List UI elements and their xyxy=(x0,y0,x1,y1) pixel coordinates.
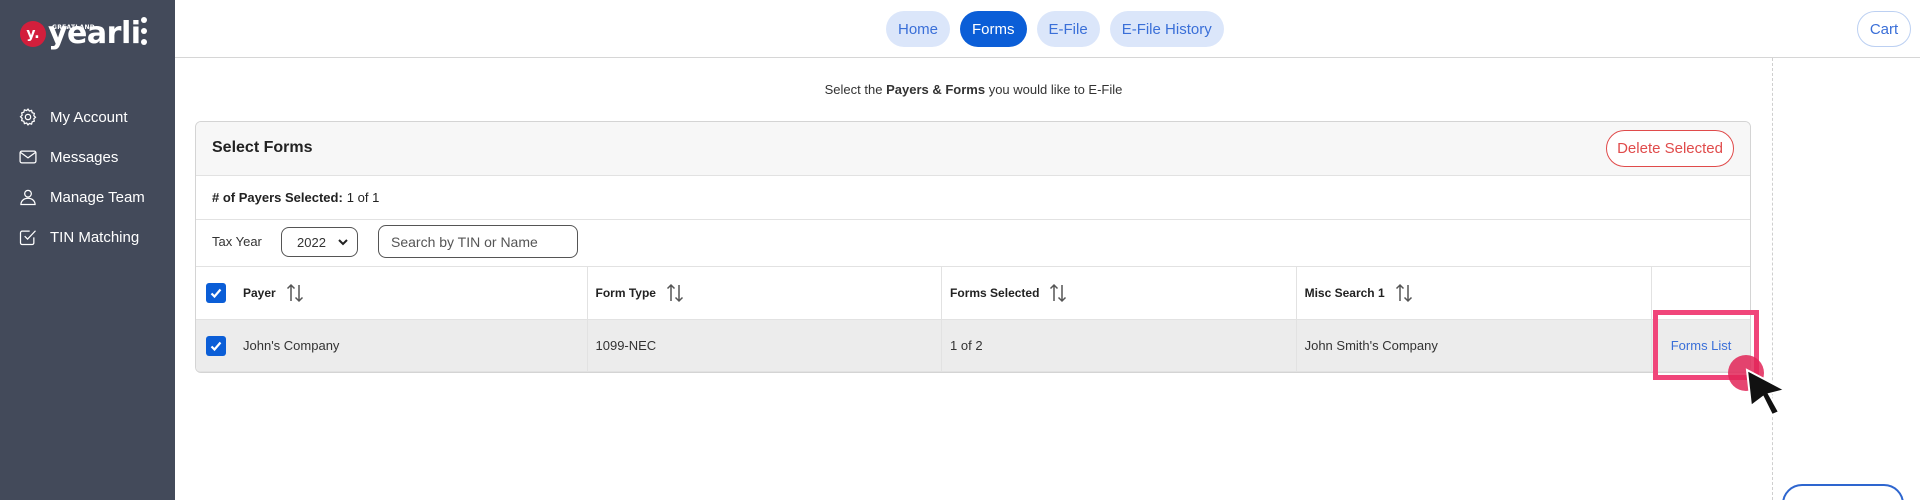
sidebar: y. GREATLAND yearli My Account Messages xyxy=(0,0,175,500)
column-label: Forms Selected xyxy=(950,286,1040,300)
checkmark-icon xyxy=(210,288,222,299)
payer-name: John's Company xyxy=(243,338,340,353)
select-forms-panel: Select Forms Delete Selected # of Payers… xyxy=(195,121,1751,373)
yearli-logo[interactable]: y. GREATLAND yearli xyxy=(20,14,141,54)
row-checkbox[interactable] xyxy=(206,335,226,356)
tab-forms[interactable]: Forms xyxy=(960,11,1027,47)
sort-icon[interactable] xyxy=(286,283,304,303)
column-label: Form Type xyxy=(595,286,656,300)
cell-actions: Forms List xyxy=(1652,320,1750,371)
forms-list-link[interactable]: Forms List xyxy=(1671,338,1732,353)
envelope-icon xyxy=(19,150,37,164)
top-nav: Home Forms E-File E-File History Cart xyxy=(175,0,1920,58)
user-icon xyxy=(20,189,36,206)
cell-form-type: 1099-NEC xyxy=(588,320,943,371)
column-form-type: Form Type xyxy=(588,267,943,319)
cell-misc-search-1: John Smith's Company xyxy=(1297,320,1653,371)
column-label: Payer xyxy=(243,286,276,300)
gear-icon xyxy=(19,108,37,126)
sort-icon[interactable] xyxy=(1395,283,1413,303)
bottom-action-button[interactable] xyxy=(1782,484,1904,500)
sidebar-item-label: Messages xyxy=(50,148,119,166)
sort-icon[interactable] xyxy=(666,283,684,303)
right-panel-divider xyxy=(1772,58,1773,500)
tax-year-value: 2022 xyxy=(297,234,326,250)
table-row[interactable]: John's Company 1099-NEC 1 of 2 John Smit… xyxy=(196,320,1750,372)
column-payer: Payer xyxy=(196,267,588,319)
sort-icon[interactable] xyxy=(1049,283,1067,303)
sidebar-item-tin-matching[interactable]: TIN Matching xyxy=(18,217,145,257)
cell-payer: John's Company xyxy=(196,320,588,371)
mouse-cursor-icon xyxy=(1745,368,1787,416)
table-header: Payer Form Type Forms Selected Misc Sear… xyxy=(196,267,1750,320)
sidebar-item-label: My Account xyxy=(50,108,128,126)
logo-badge-icon: y. xyxy=(20,21,46,47)
delete-selected-button[interactable]: Delete Selected xyxy=(1606,130,1734,167)
cart-button[interactable]: Cart xyxy=(1857,11,1911,47)
tab-e-file-history[interactable]: E-File History xyxy=(1109,11,1224,47)
tax-year-select[interactable]: 2022 xyxy=(281,227,358,257)
sidebar-item-label: Manage Team xyxy=(50,188,145,206)
select-all-checkbox[interactable] xyxy=(206,283,226,303)
checkbox-icon xyxy=(19,230,36,246)
sidebar-item-manage-team[interactable]: Manage Team xyxy=(18,177,145,217)
tax-year-label: Tax Year xyxy=(212,234,262,249)
sidebar-nav: My Account Messages Manage Team TIN Matc… xyxy=(18,97,145,257)
payers-selected-label: # of Payers Selected: xyxy=(212,190,343,205)
column-label: Misc Search 1 xyxy=(1304,286,1385,300)
filter-row: Tax Year 2022 xyxy=(196,220,1750,267)
payers-selected-value: 1 of 1 xyxy=(346,190,380,205)
checkmark-icon xyxy=(210,341,222,351)
instruction-text: Select the Payers & Forms you would like… xyxy=(824,82,1123,97)
column-forms-selected: Forms Selected xyxy=(942,267,1297,319)
nav-tabs: Home Forms E-File E-File History xyxy=(886,11,1224,47)
tab-home[interactable]: Home xyxy=(886,11,951,47)
cell-forms-selected: 1 of 2 xyxy=(942,320,1297,371)
tab-e-file[interactable]: E-File xyxy=(1036,11,1100,47)
logo-tagline: GREATLAND xyxy=(52,24,96,31)
payers-selected-row: # of Payers Selected: 1 of 1 xyxy=(196,176,1750,220)
chevron-down-icon xyxy=(338,239,348,246)
search-input[interactable] xyxy=(378,225,578,258)
panel-title: Select Forms xyxy=(212,139,313,156)
column-misc-search-1: Misc Search 1 xyxy=(1297,267,1653,319)
column-actions xyxy=(1652,267,1750,319)
sidebar-item-messages[interactable]: Messages xyxy=(18,137,145,177)
sidebar-item-label: TIN Matching xyxy=(50,228,140,246)
more-options-icon[interactable] xyxy=(140,17,148,45)
sidebar-item-my-account[interactable]: My Account xyxy=(18,97,145,137)
panel-header: Select Forms Delete Selected xyxy=(196,122,1750,176)
